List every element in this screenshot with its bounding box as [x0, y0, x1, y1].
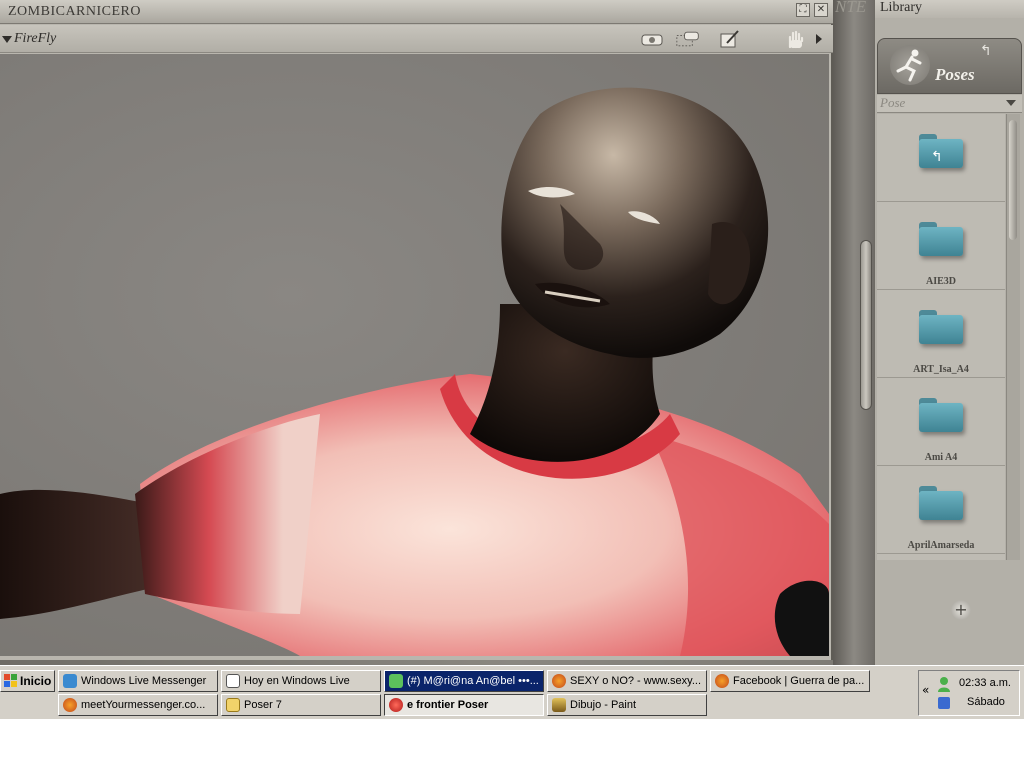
- close-icon[interactable]: ✕: [814, 3, 828, 17]
- taskbar-button[interactable]: e frontier Poser: [384, 694, 544, 716]
- folder-icon[interactable]: [919, 310, 963, 344]
- render-engine-label[interactable]: FireFly: [14, 31, 56, 47]
- document-title: ZOMBICARNICERO: [8, 4, 142, 19]
- panel-expand-arrow-icon[interactable]: [812, 29, 826, 49]
- render-viewport[interactable]: [0, 54, 829, 656]
- library-item[interactable]: Ami A4: [877, 378, 1005, 466]
- taskbar-button-label: Hoy en Windows Live: [244, 675, 350, 687]
- taskbar-button[interactable]: SEXY o NO? - www.sexy...: [547, 670, 707, 692]
- screen: ZOMBICARNICERO ⛶ ✕ FireFly NTE Library P…: [0, 0, 1024, 768]
- folder-icon[interactable]: [919, 486, 963, 520]
- hand-icon[interactable]: [784, 29, 808, 49]
- taskbar-button[interactable]: Dibujo - Paint: [547, 694, 707, 716]
- start-button[interactable]: Inicio: [0, 670, 55, 692]
- chevron-down-icon[interactable]: [1006, 100, 1016, 106]
- document-window: ZOMBICARNICERO ⛶ ✕ FireFly: [0, 0, 833, 660]
- clock[interactable]: 02:33 a.m.: [959, 677, 1011, 689]
- messenger-tray-icon[interactable]: [935, 675, 953, 713]
- day-label: Sábado: [967, 696, 1005, 708]
- library-item[interactable]: ART_Isa_A4: [877, 290, 1005, 378]
- render-menu-triangle-icon[interactable]: [2, 36, 12, 43]
- taskbar-button-label: e frontier Poser: [407, 699, 489, 711]
- taskbar: Inicio Windows Live Messenger Hoy en Win…: [0, 665, 1024, 719]
- start-label: Inicio: [20, 674, 52, 688]
- document-titlebar[interactable]: ZOMBICARNICERO ⛶ ✕: [0, 0, 833, 24]
- maximize-icon[interactable]: ⛶: [796, 3, 810, 17]
- poser-icon: [389, 698, 403, 712]
- paint-icon: [552, 698, 566, 712]
- taskbar-button-label: Poser 7: [244, 699, 282, 711]
- taskbar-button[interactable]: Facebook | Guerra de pa...: [710, 670, 870, 692]
- taskbar-button[interactable]: (#) M@ri@na An@bel •••...: [384, 670, 544, 692]
- figure-hand: [774, 580, 829, 656]
- taskbar-button[interactable]: Hoy en Windows Live: [221, 670, 381, 692]
- parent-folder-icon[interactable]: ↰: [919, 134, 963, 168]
- folder-icon: [226, 698, 240, 712]
- taskbar-button-label: (#) M@ri@na An@bel •••...: [407, 675, 539, 687]
- library-tab[interactable]: Library: [875, 0, 1024, 18]
- chevron-left-icon[interactable]: «: [922, 683, 929, 697]
- windows-logo-icon: [4, 674, 17, 687]
- rendered-figure: [0, 87, 829, 656]
- taskbar-button[interactable]: Windows Live Messenger: [58, 670, 218, 692]
- taskbar-button[interactable]: Poser 7: [221, 694, 381, 716]
- messenger-icon: [63, 674, 77, 688]
- firefox-icon: [552, 674, 566, 688]
- library-scrollbar[interactable]: [1006, 114, 1020, 560]
- render-settings-icon[interactable]: [718, 29, 742, 49]
- library-panel: Library Poses ↰ Pose ↰ AIE3D ART_Isa_A4 …: [874, 0, 1024, 665]
- library-item-label: AIE3D: [925, 276, 956, 287]
- firefox-icon: [63, 698, 77, 712]
- render-toolbar: FireFly: [0, 25, 833, 53]
- plus-circle-icon[interactable]: +: [951, 600, 971, 620]
- taskbar-button-label: meetYourmessenger.co...: [81, 699, 206, 711]
- scrollbar-thumb[interactable]: [1009, 120, 1017, 240]
- library-item[interactable]: AIE3D: [877, 202, 1005, 290]
- library-subcategory-dropdown[interactable]: Pose: [877, 95, 1022, 113]
- firefox-icon: [715, 674, 729, 688]
- folder-icon[interactable]: [919, 398, 963, 432]
- window-icon: [226, 674, 240, 688]
- library-subcategory-label: Pose: [880, 95, 906, 110]
- library-item-label: Ami A4: [924, 452, 958, 463]
- figure-sleeve: [135, 414, 320, 614]
- library-item[interactable]: AprilAmarseda: [877, 466, 1005, 554]
- panel-drawer-handle[interactable]: [860, 240, 872, 410]
- messenger-user-icon: [389, 674, 403, 688]
- back-arrow-icon[interactable]: ↰: [980, 43, 992, 59]
- library-category-title: Poses: [935, 65, 975, 84]
- taskbar-button-label: Dibujo - Paint: [570, 699, 637, 711]
- area-render-icon[interactable]: [676, 29, 700, 49]
- library-title: Library: [880, 0, 922, 15]
- library-item-label: AprilAmarseda: [907, 540, 975, 551]
- folder-icon[interactable]: [919, 222, 963, 256]
- library-item-up[interactable]: ↰: [877, 114, 1005, 202]
- taskbar-button-label: SEXY o NO? - www.sexy...: [570, 675, 702, 687]
- library-list: ↰ AIE3D ART_Isa_A4 Ami A4 AprilAmarseda: [877, 114, 1005, 560]
- library-category-header: Poses ↰: [877, 38, 1022, 94]
- system-tray: « 02:33 a.m. Sábado: [918, 670, 1020, 716]
- render-icon[interactable]: [640, 29, 664, 49]
- taskbar-button[interactable]: meetYourmessenger.co...: [58, 694, 218, 716]
- taskbar-button-label: Facebook | Guerra de pa...: [733, 675, 865, 687]
- running-figure-icon[interactable]: [890, 45, 930, 85]
- background-logo-text: NTE: [835, 0, 867, 16]
- library-item-label: ART_Isa_A4: [913, 364, 969, 375]
- taskbar-button-label: Windows Live Messenger: [81, 675, 207, 687]
